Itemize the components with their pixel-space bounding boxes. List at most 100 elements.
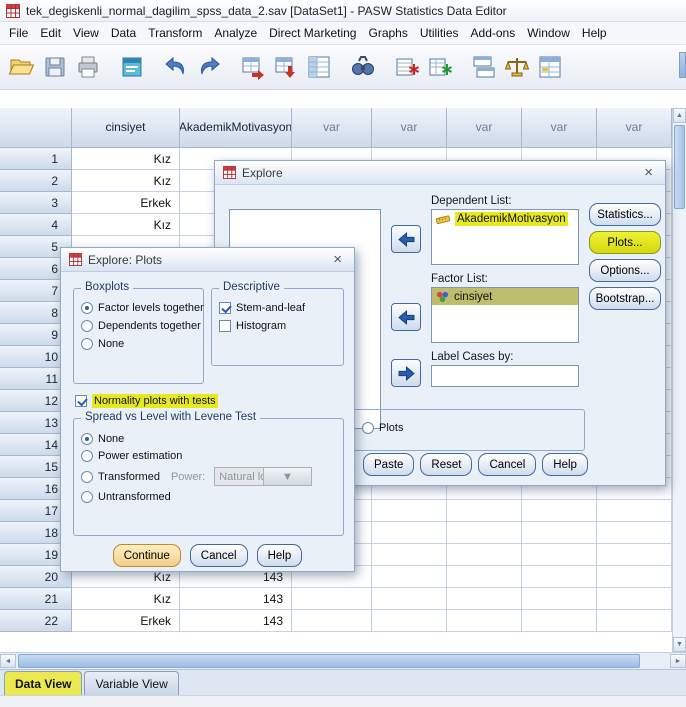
factor-variable-item[interactable]: cinsiyet bbox=[432, 288, 578, 305]
dependent-variable-item[interactable]: AkademikMotivasyon bbox=[432, 210, 578, 228]
scroll-up-icon[interactable]: ▲ bbox=[673, 108, 686, 123]
cell-var[interactable] bbox=[372, 588, 447, 610]
toolbar-overflow[interactable] bbox=[679, 52, 686, 78]
explore-dialog-titlebar[interactable]: Explore × bbox=[215, 161, 665, 185]
undo-icon[interactable] bbox=[159, 49, 192, 85]
paste-button[interactable]: Paste bbox=[363, 453, 415, 476]
help-button[interactable]: Help bbox=[542, 453, 588, 476]
menu-data[interactable]: Data bbox=[105, 23, 142, 43]
cell-var[interactable] bbox=[522, 588, 597, 610]
cell-var[interactable] bbox=[372, 522, 447, 544]
statistics-button[interactable]: Statistics... bbox=[589, 203, 661, 226]
move-to-label-cases-button[interactable] bbox=[391, 359, 421, 387]
column-header-akademikmotivasyon[interactable]: AkademikMotivasyon bbox=[180, 108, 292, 148]
cell-var[interactable] bbox=[372, 566, 447, 588]
horizontal-scrollbar[interactable]: ◄ ► bbox=[0, 652, 686, 669]
cell-akademikmotivasyon[interactable]: 143 bbox=[180, 588, 292, 610]
vertical-scrollbar[interactable]: ▲ ▼ bbox=[672, 108, 686, 652]
open-data-icon[interactable] bbox=[5, 49, 38, 85]
column-header-var-1[interactable]: var bbox=[292, 108, 372, 148]
variables-icon[interactable] bbox=[302, 49, 335, 85]
row-number[interactable]: 3 bbox=[0, 192, 72, 214]
cell-var[interactable] bbox=[597, 610, 672, 632]
save-icon[interactable] bbox=[38, 49, 71, 85]
cell-var[interactable] bbox=[522, 566, 597, 588]
cell-var[interactable] bbox=[597, 544, 672, 566]
value-labels-icon[interactable] bbox=[533, 49, 566, 85]
column-header-var-2[interactable]: var bbox=[372, 108, 447, 148]
column-header-cinsiyet[interactable]: cinsiyet bbox=[72, 108, 180, 148]
cell-var[interactable] bbox=[292, 610, 372, 632]
spread-option-power-estimation[interactable]: Power estimation bbox=[81, 450, 339, 462]
move-to-dependent-button[interactable] bbox=[391, 225, 421, 253]
options-button[interactable]: Options... bbox=[589, 259, 661, 282]
menu-edit[interactable]: Edit bbox=[34, 23, 67, 43]
cell-cinsiyet[interactable]: Kız bbox=[72, 214, 180, 236]
redo-icon[interactable] bbox=[192, 49, 225, 85]
row-number[interactable]: 1 bbox=[0, 148, 72, 170]
recall-dialogs-icon[interactable] bbox=[115, 49, 148, 85]
row-number[interactable]: 4 bbox=[0, 214, 72, 236]
move-to-factor-button[interactable] bbox=[391, 303, 421, 331]
cell-var[interactable] bbox=[597, 566, 672, 588]
chevron-down-icon[interactable]: ▼ bbox=[262, 468, 312, 485]
cell-var[interactable] bbox=[522, 522, 597, 544]
bootstrap-button[interactable]: Bootstrap... bbox=[589, 287, 661, 310]
boxplots-option-dependents-together[interactable]: Dependents together bbox=[81, 320, 201, 332]
insert-variable-icon[interactable] bbox=[423, 49, 456, 85]
cell-var[interactable] bbox=[522, 544, 597, 566]
row-number[interactable]: 22 bbox=[0, 610, 72, 632]
grid-corner-cell[interactable] bbox=[0, 108, 72, 148]
split-file-icon[interactable] bbox=[467, 49, 500, 85]
column-header-var-5[interactable]: var bbox=[597, 108, 672, 148]
boxplots-option-none[interactable]: None bbox=[81, 338, 199, 350]
column-header-var-3[interactable]: var bbox=[447, 108, 522, 148]
goto-variable-icon[interactable] bbox=[269, 49, 302, 85]
continue-button[interactable]: Continue bbox=[112, 544, 181, 567]
tab-variable-view[interactable]: Variable View bbox=[84, 671, 179, 695]
menu-analyze[interactable]: Analyze bbox=[208, 23, 263, 43]
print-icon[interactable] bbox=[71, 49, 104, 85]
cell-var[interactable] bbox=[597, 500, 672, 522]
scroll-down-icon[interactable]: ▼ bbox=[673, 637, 686, 652]
row-number[interactable]: 21 bbox=[0, 588, 72, 610]
cell-var[interactable] bbox=[372, 610, 447, 632]
vertical-scroll-thumb[interactable] bbox=[674, 125, 685, 209]
menu-utilities[interactable]: Utilities bbox=[414, 23, 465, 43]
cell-var[interactable] bbox=[447, 522, 522, 544]
weight-cases-icon[interactable] bbox=[500, 49, 533, 85]
label-cases-field[interactable] bbox=[431, 365, 579, 387]
descriptive-option-histogram[interactable]: Histogram bbox=[219, 320, 339, 332]
cell-var[interactable] bbox=[292, 588, 372, 610]
cancel-button[interactable]: Cancel bbox=[189, 544, 248, 567]
cell-cinsiyet[interactable]: Kız bbox=[72, 170, 180, 192]
goto-case-icon[interactable] bbox=[236, 49, 269, 85]
column-header-var-4[interactable]: var bbox=[522, 108, 597, 148]
spread-option-none[interactable]: None bbox=[81, 433, 339, 445]
factor-list[interactable]: cinsiyet bbox=[431, 287, 579, 343]
tab-data-view[interactable]: Data View bbox=[4, 671, 83, 695]
menu-view[interactable]: View bbox=[67, 23, 105, 43]
reset-button[interactable]: Reset bbox=[420, 453, 473, 476]
row-number[interactable]: 2 bbox=[0, 170, 72, 192]
cell-var[interactable] bbox=[522, 610, 597, 632]
menu-add-ons[interactable]: Add-ons bbox=[465, 23, 522, 43]
power-dropdown[interactable]: Natural log▼ bbox=[214, 467, 313, 486]
cell-var[interactable] bbox=[597, 588, 672, 610]
cell-var[interactable] bbox=[447, 544, 522, 566]
horizontal-scroll-thumb[interactable] bbox=[18, 654, 640, 668]
cancel-button[interactable]: Cancel bbox=[478, 453, 537, 476]
spread-option-untransformed[interactable]: Untransformed bbox=[81, 491, 339, 503]
insert-cases-icon[interactable] bbox=[390, 49, 423, 85]
cell-var[interactable] bbox=[372, 544, 447, 566]
menu-window[interactable]: Window bbox=[521, 23, 576, 43]
scroll-left-icon[interactable]: ◄ bbox=[0, 654, 16, 668]
help-button[interactable]: Help bbox=[256, 544, 303, 567]
cell-cinsiyet[interactable]: Erkek bbox=[72, 192, 180, 214]
scroll-right-icon[interactable]: ► bbox=[670, 654, 686, 668]
cell-cinsiyet[interactable]: Erkek bbox=[72, 610, 180, 632]
descriptive-option-stem-and-leaf[interactable]: Stem-and-leaf bbox=[219, 302, 339, 314]
plots-dialog-titlebar[interactable]: Explore: Plots × bbox=[61, 248, 354, 272]
menu-file[interactable]: File bbox=[3, 23, 34, 43]
cell-var[interactable] bbox=[522, 500, 597, 522]
